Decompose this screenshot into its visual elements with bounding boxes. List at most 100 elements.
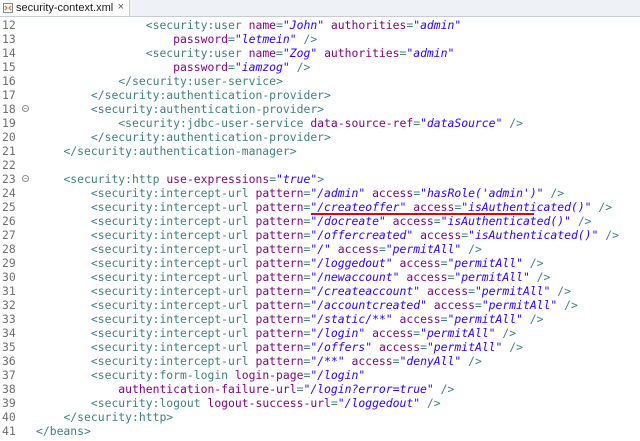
code-line-40[interactable]: 40 </security:http> xyxy=(0,410,640,424)
xml-tag-token: /> xyxy=(420,396,441,410)
line-number: 14 xyxy=(2,46,16,60)
code-text: <security:http use-expressions="true"> xyxy=(36,172,324,186)
code-line-35[interactable]: 35 <security:intercept-url pattern = "/off… xyxy=(0,340,640,354)
xml-attr-token: logout-success-url xyxy=(207,396,331,410)
xml-tag-token: <security:intercept-url xyxy=(90,242,256,256)
xml-val-token: "isAuthenticated()" xyxy=(461,200,592,214)
code-line-23[interactable]: 23− <security:http use-expressions="true… xyxy=(0,172,640,186)
xml-tag-token: /> xyxy=(502,340,523,354)
line-number: 37 xyxy=(2,368,16,382)
fold-toggle-icon[interactable]: − xyxy=(22,105,29,112)
code-text: <security:user name="John" authorities="… xyxy=(36,18,462,32)
xml-tag-token: = xyxy=(228,60,235,74)
xml-val-token: "permitAll" xyxy=(474,284,551,298)
code-line-15[interactable]: 15 password="iamzog" /> xyxy=(0,60,640,74)
line-number: 27 xyxy=(2,228,16,242)
xml-attr-token: pattern xyxy=(255,186,304,200)
code-line-12[interactable]: 12 <security:user name="John" authoritie… xyxy=(0,18,640,32)
code-line-24[interactable]: 24 <security:intercept-url pattern="/adm… xyxy=(0,186,640,200)
code-text: <security:intercept-url pattern="/admin"… xyxy=(36,186,564,200)
code-line-37[interactable]: 37 <security:form-login login-page="/log… xyxy=(0,368,640,382)
xml-tag-token: <security:intercept-url xyxy=(90,270,256,284)
code-line-18[interactable]: 18− <security:authentication-provider> xyxy=(0,102,640,116)
code-line-28[interactable]: 28 <security:intercept-url pattern = "/" a… xyxy=(0,242,640,256)
code-line-17[interactable]: 17 </security:authentication-provider> xyxy=(0,88,640,102)
line-number: 28 xyxy=(2,242,16,256)
xml-attr-token: access xyxy=(337,242,379,256)
code-line-33[interactable]: 33 <security:intercept-url pattern = "/sta… xyxy=(0,312,640,326)
xml-tag-token: <security:intercept-url xyxy=(90,228,256,242)
xml-tag-token: = xyxy=(433,214,441,228)
code-text: <security:intercept-url pattern = "/" acce… xyxy=(36,242,482,256)
xml-tag-token: /> xyxy=(598,228,619,242)
xml-tag-token: </security:http> xyxy=(63,410,174,424)
xml-tag-token xyxy=(393,256,400,270)
code-text: <security:intercept-url pattern = "/**" ac… xyxy=(36,354,482,368)
xml-tag-token: /> xyxy=(557,298,578,312)
code-line-30[interactable]: 30 <security:intercept-url pattern="/new… xyxy=(0,270,640,284)
line-number: 40 xyxy=(2,410,16,424)
code-line-36[interactable]: 36 <security:intercept-url pattern = "/**"… xyxy=(0,354,640,368)
code-line-38[interactable]: 38 authentication-failure-url="/login?er… xyxy=(0,382,640,396)
xml-tag-token: /> xyxy=(570,214,592,228)
xml-tag-token xyxy=(427,298,434,312)
xml-attr-token: access xyxy=(406,270,448,284)
xml-val-token: "/static/**" xyxy=(310,312,393,326)
xml-tag-token: <security:http xyxy=(63,172,167,186)
xml-tag-token: > xyxy=(317,172,325,186)
xml-val-token: "permitAll" xyxy=(447,312,523,326)
xml-tag-token: /> xyxy=(461,354,482,368)
xml-file-icon xyxy=(3,3,13,13)
code-line-31[interactable]: 31 <security:intercept-url pattern = "/cre… xyxy=(0,284,640,298)
code-text: <security:user name="Zog" authorities="a… xyxy=(36,46,455,60)
xml-tag-token: <security:intercept-url xyxy=(90,298,256,312)
xml-tag-token: /> xyxy=(461,242,482,256)
xml-attr-token: access xyxy=(399,312,441,326)
code-line-13[interactable]: 13 password="letmein" /> xyxy=(0,32,640,46)
xml-attr-token: access xyxy=(378,340,421,354)
code-editor[interactable]: 12 <security:user name="John" authoritie… xyxy=(0,17,640,441)
xml-attr-token: access xyxy=(433,298,475,312)
xml-attr-token: access xyxy=(413,200,455,214)
xml-tag-token: <security:logout xyxy=(90,396,208,410)
xml-attr-token: access xyxy=(392,214,434,228)
code-text: <security:logout logout-success-url="/lo… xyxy=(36,396,441,410)
code-line-39[interactable]: 39 <security:logout logout-success-url="… xyxy=(0,396,640,410)
tab-security-context-xml[interactable]: security-context.xml × xyxy=(0,0,130,16)
code-line-16[interactable]: 16 </security:user-service> xyxy=(0,74,640,88)
code-line-27[interactable]: 27 <security:intercept-url pattern="/off… xyxy=(0,228,640,242)
line-number: 30 xyxy=(2,270,16,284)
xml-tag-token: </security:authentication-manager> xyxy=(63,144,297,158)
tab-title: security-context.xml xyxy=(16,2,114,14)
code-line-19[interactable]: 19 <security:jdbc-user-service data-sour… xyxy=(0,116,640,130)
xml-attr-token: pattern xyxy=(255,298,304,312)
xml-val-token: "permitAll" xyxy=(447,256,523,270)
code-line-22[interactable]: 22 xyxy=(0,158,640,172)
xml-val-token: "Zog" xyxy=(282,46,318,60)
code-line-29[interactable]: 29 <security:intercept-url pattern = "/log… xyxy=(0,256,640,270)
code-line-21[interactable]: 21 </security:authentication-manager> xyxy=(0,144,640,158)
line-number: 33 xyxy=(2,312,16,326)
xml-val-token: "isAuthenticated()" xyxy=(440,214,571,228)
code-line-26[interactable]: 26 <security:intercept-url pattern = "/doc… xyxy=(0,214,640,228)
code-text: <security:authentication-provider> xyxy=(36,102,324,116)
close-icon[interactable]: × xyxy=(118,1,124,13)
xml-attr-token: pattern xyxy=(255,200,304,214)
xml-attr-token: pattern xyxy=(255,326,304,340)
xml-val-token: "isAuthenticated()" xyxy=(468,228,599,242)
code-line-34[interactable]: 34 <security:intercept-url pattern="/log… xyxy=(0,326,640,340)
line-number: 39 xyxy=(2,396,16,410)
code-line-14[interactable]: 14 <security:user name="Zog" authorities… xyxy=(0,46,640,60)
xml-val-token: "/createoffer" xyxy=(310,200,407,214)
code-line-25[interactable]: 25 <security:intercept-url pattern="/cre… xyxy=(0,200,640,214)
line-number: 16 xyxy=(2,74,16,88)
code-line-20[interactable]: 20 </security:authentication-provider> xyxy=(0,130,640,144)
code-line-32[interactable]: 32 <security:intercept-url pattern = "/acc… xyxy=(0,298,640,312)
xml-val-token: "/loggedout" xyxy=(310,256,393,270)
fold-toggle-icon[interactable]: − xyxy=(22,175,29,182)
xml-tag-token xyxy=(393,312,400,326)
line-number: 26 xyxy=(2,214,16,228)
xml-attr-token: access xyxy=(399,256,441,270)
code-line-41[interactable]: 41 </beans> xyxy=(0,424,640,438)
xml-attr-token: authentication-failure-url xyxy=(118,382,297,396)
